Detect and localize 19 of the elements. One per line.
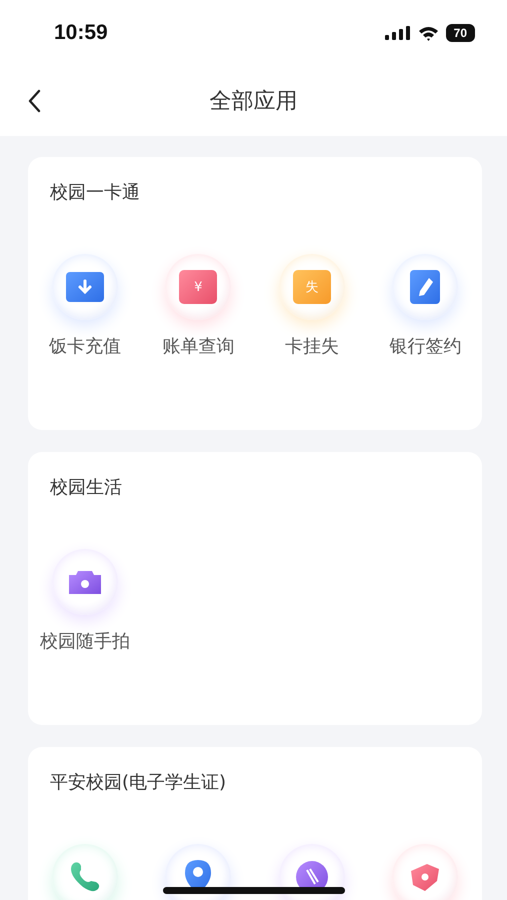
app-button[interactable]: 校园随手拍 — [40, 549, 130, 653]
yen-card-icon: ¥ — [179, 270, 218, 304]
page-title: 全部应用 — [210, 88, 298, 116]
recharge-card-icon — [64, 271, 105, 303]
battery-level: 70 — [446, 24, 475, 42]
signal-icon — [384, 26, 411, 40]
app-label: 饭卡充值 — [48, 335, 121, 358]
status-time: 10:59 — [54, 21, 108, 45]
section-title: 平安校园(电子学生证) — [49, 771, 228, 794]
app-label: 账单查询 — [162, 335, 234, 358]
section-title: 校园一卡通 — [49, 181, 141, 204]
camera-icon — [68, 569, 102, 595]
wifi-icon — [418, 26, 439, 40]
app-label: 卡挂失 — [284, 335, 339, 358]
app-label: 校园随手拍 — [40, 630, 130, 653]
app-label: 银行签约 — [389, 335, 462, 358]
pen-card-icon — [409, 269, 442, 305]
section-title: 校园生活 — [49, 476, 123, 499]
card-tile-icon: 失 — [292, 270, 331, 304]
